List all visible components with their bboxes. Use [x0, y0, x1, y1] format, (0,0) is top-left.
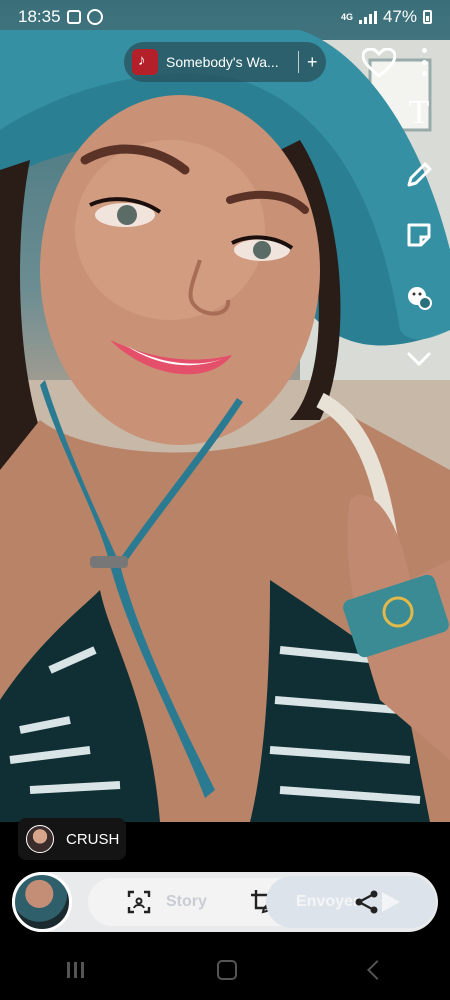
signal-icon — [358, 10, 377, 24]
recents-button[interactable] — [66, 962, 84, 978]
lens-icon[interactable] — [402, 280, 436, 314]
recipient-name: CRUSH — [66, 830, 120, 848]
whatsapp-notification-icon — [86, 9, 103, 25]
clock: 18:35 — [18, 7, 61, 26]
send-arrow-icon — [382, 892, 400, 912]
home-button[interactable] — [216, 960, 237, 980]
back-button[interactable] — [366, 960, 387, 980]
music-sticker[interactable]: Somebody's Wa... + — [124, 42, 326, 82]
story-icon — [127, 890, 151, 914]
album-art-icon — [132, 49, 158, 75]
battery-percent: 47% — [382, 7, 417, 26]
gallery-notification-icon — [66, 10, 81, 24]
add-music-button[interactable]: + — [307, 52, 318, 73]
song-title: Somebody's Wa... — [166, 54, 279, 70]
chevron-down-icon[interactable] — [402, 342, 436, 376]
status-bar: 18:35 4G 47% — [0, 0, 450, 34]
pencil-icon[interactable] — [402, 158, 436, 192]
battery-icon — [423, 10, 432, 24]
snap-thumbnail[interactable] — [12, 872, 72, 932]
send-button[interactable]: Envoyer — [266, 876, 436, 928]
divider — [298, 51, 299, 73]
sticker-icon[interactable] — [402, 218, 436, 252]
bottom-send-bar: Story Envoyer — [12, 872, 438, 932]
text-tool-icon[interactable]: T — [402, 94, 436, 131]
recipient-chip[interactable]: CRUSH — [18, 818, 126, 860]
system-nav-bar — [0, 940, 450, 1000]
send-label: Envoyer — [296, 893, 360, 910]
snap-photo — [0, 0, 450, 822]
heart-icon[interactable] — [362, 46, 396, 80]
recipient-avatar — [26, 825, 54, 853]
story-label: Story — [166, 893, 207, 910]
share-icon[interactable] — [354, 889, 380, 915]
network-type: 4G — [340, 12, 353, 22]
more-icon[interactable] — [420, 48, 428, 76]
